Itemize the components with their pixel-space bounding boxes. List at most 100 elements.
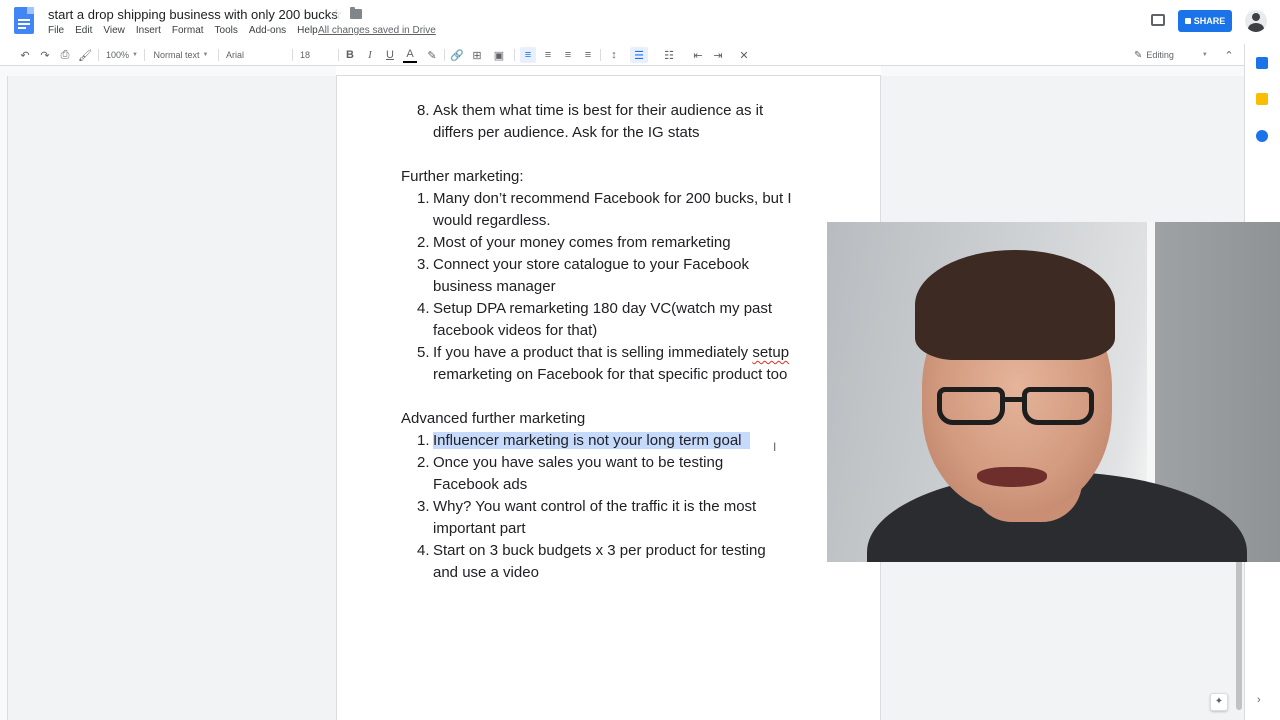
list-item[interactable]: 1. Many don’t recommend Facebook for 200… — [401, 188, 821, 232]
scrollbar[interactable] — [1236, 560, 1242, 710]
list-item[interactable]: 3. Why? You want control of the traffic … — [401, 496, 821, 540]
toolbar-divider — [338, 49, 339, 61]
insert-comment-icon[interactable]: ⊞ — [470, 47, 484, 63]
link-icon[interactable]: 🔗 — [450, 47, 464, 63]
menu-addons[interactable]: Add-ons — [249, 25, 286, 36]
align-center-icon[interactable]: ≡ — [540, 47, 556, 63]
toolbar-divider — [292, 49, 293, 61]
text-cursor-icon: I — [773, 440, 777, 454]
justify-icon[interactable]: ≡ — [580, 47, 596, 63]
underline-icon[interactable]: U — [384, 47, 396, 63]
selected-text[interactable]: Influencer marketing is not your long te… — [433, 432, 742, 449]
comment-icon[interactable] — [1151, 14, 1165, 26]
list-text: would regardless. — [433, 212, 551, 229]
decrease-indent-icon[interactable]: ⇤ — [690, 47, 706, 63]
list-item[interactable]: 4. Start on 3 buck budgets x 3 per produ… — [401, 540, 821, 584]
list-number: 5. — [417, 344, 430, 361]
list-number: 4. — [417, 542, 430, 559]
horizontal-ruler[interactable] — [336, 66, 881, 76]
list-number: 2. — [417, 454, 430, 471]
list-text: Setup DPA remarketing 180 day VC(watch m… — [433, 300, 773, 317]
section-heading[interactable]: Advanced further marketing — [401, 408, 821, 430]
style-select[interactable]: Normal text ▼ — [150, 47, 212, 63]
font-size-value: 18 — [300, 50, 311, 60]
list-number: 1. — [417, 432, 430, 449]
star-icon[interactable]: ☆ — [330, 6, 343, 23]
list-item[interactable]: 1. Influencer marketing is not your long… — [401, 430, 821, 452]
menu-tools[interactable]: Tools — [215, 25, 238, 36]
document-title[interactable]: start a drop shipping business with only… — [48, 7, 338, 22]
document-body[interactable]: 8. Ask them what time is best for their … — [401, 100, 821, 584]
undo-icon[interactable]: ↶ — [18, 47, 32, 63]
align-left-icon[interactable]: ≡ — [520, 47, 536, 63]
paint-format-icon[interactable]: 🖌 — [78, 47, 92, 63]
numbered-list: 1. Influencer marketing is not your long… — [401, 430, 821, 584]
menu-file[interactable]: File — [48, 25, 64, 36]
font-select[interactable]: Arial — [226, 47, 286, 63]
font-value: Arial — [226, 50, 245, 60]
list-text: Ask them what time is best for their aud… — [433, 102, 764, 119]
list-number: 8. — [417, 102, 430, 119]
style-value: Normal text — [153, 50, 200, 60]
list-text: Why? You want control of the traffic it … — [433, 498, 757, 515]
tasks-icon[interactable] — [1256, 130, 1268, 142]
save-status[interactable]: All changes saved in Drive — [318, 25, 436, 36]
list-text: Facebook ads — [433, 476, 528, 493]
redo-icon[interactable]: ↷ — [38, 47, 52, 63]
lock-icon — [1184, 18, 1191, 24]
list-text: Many don’t recommend Facebook for 200 bu… — [433, 190, 792, 207]
chevron-right-icon[interactable]: › — [1257, 694, 1261, 706]
highlight-icon[interactable]: ✎ — [425, 47, 439, 63]
folder-icon[interactable] — [350, 7, 362, 19]
list-number: 3. — [417, 256, 430, 273]
share-button[interactable]: SHARE — [1178, 10, 1232, 32]
list-text: differs per audience. Ask for the IG sta… — [433, 124, 700, 141]
list-text: Connect your store catalogue to your Fac… — [433, 256, 750, 273]
menu-insert[interactable]: Insert — [136, 25, 161, 36]
title-bar: start a drop shipping business with only… — [0, 0, 1280, 44]
toolbar-divider — [218, 49, 219, 61]
list-item[interactable]: 2. Once you have sales you want to be te… — [401, 452, 821, 496]
calendar-icon[interactable] — [1256, 57, 1268, 69]
bulleted-list-icon[interactable]: ☷ — [660, 47, 678, 63]
print-icon[interactable]: ⎙ — [58, 47, 72, 63]
menu-view[interactable]: View — [103, 25, 125, 36]
font-size-select[interactable]: 18 — [300, 47, 334, 63]
list-item[interactable]: 3. Connect your store catalogue to your … — [401, 254, 821, 298]
zoom-select[interactable]: 100% ▼ — [104, 47, 140, 63]
align-right-icon[interactable]: ≡ — [560, 47, 576, 63]
toolbar-divider — [444, 49, 445, 61]
docs-logo-icon[interactable] — [14, 7, 34, 34]
document-page[interactable]: 8. Ask them what time is best for their … — [336, 76, 881, 720]
list-item[interactable]: 8. Ask them what time is best for their … — [401, 100, 821, 144]
vertical-ruler[interactable] — [0, 76, 8, 720]
numbered-list-icon[interactable]: ☰ — [630, 47, 648, 63]
clear-formatting-icon[interactable]: ✕ — [736, 47, 752, 63]
increase-indent-icon[interactable]: ⇥ — [710, 47, 726, 63]
list-item[interactable]: 5. If you have a product that is selling… — [401, 342, 821, 386]
mode-select[interactable]: ✎ Editing ▼ — [1134, 47, 1214, 63]
collapse-menus-icon[interactable]: ⌃ — [1222, 47, 1236, 63]
list-item[interactable]: 2. Most of your money comes from remarke… — [401, 232, 821, 254]
share-label: SHARE — [1193, 16, 1226, 26]
spellcheck-word[interactable]: setup — [752, 344, 789, 361]
menu-edit[interactable]: Edit — [75, 25, 92, 36]
menu-help[interactable]: Help — [297, 25, 318, 36]
text-color-icon[interactable]: A — [403, 47, 417, 63]
italic-icon[interactable]: I — [364, 47, 376, 63]
insert-image-icon[interactable]: ▣ — [490, 47, 508, 63]
list-text: remarketing on Facebook for that specifi… — [433, 366, 788, 383]
line-spacing-icon[interactable]: ↕ — [606, 47, 622, 63]
menu-format[interactable]: Format — [172, 25, 204, 36]
avatar[interactable] — [1245, 10, 1267, 32]
list-number: 1. — [417, 190, 430, 207]
keep-icon[interactable] — [1256, 93, 1268, 105]
bold-icon[interactable]: B — [344, 47, 356, 63]
toolbar-divider — [514, 49, 515, 61]
list-item[interactable]: 4. Setup DPA remarketing 180 day VC(watc… — [401, 298, 821, 342]
section-heading[interactable]: Further marketing: — [401, 166, 821, 188]
explore-button[interactable]: ✦ — [1210, 693, 1228, 711]
toolbar-divider — [144, 49, 145, 61]
list-text: Most of your money comes from remarketin… — [433, 234, 731, 251]
webcam-overlay — [827, 222, 1280, 562]
